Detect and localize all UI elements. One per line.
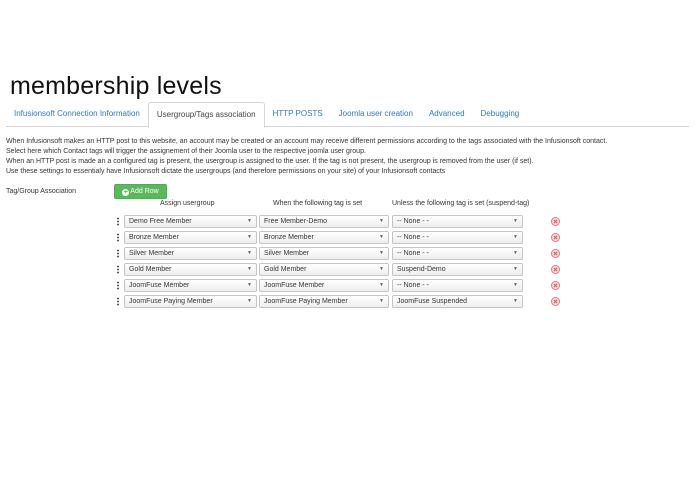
usergroup-select[interactable]: Silver Member ▼ [124,247,257,260]
drag-handle-icon[interactable] [117,233,119,242]
suspend-tag-value: -- None - - [397,250,429,257]
caret-down-icon: ▼ [247,282,252,288]
tag-value: Bronze Member [264,234,314,241]
delete-row-icon[interactable] [551,281,560,290]
tab-infusionsoft-connection[interactable]: Infusionsoft Connection Information [6,102,148,126]
tab-http-posts[interactable]: HTTP POSTS [265,102,331,126]
usergroup-select[interactable]: Bronze Member ▼ [124,231,257,244]
add-row-button[interactable]: + Add Row [114,184,167,199]
caret-down-icon: ▼ [379,282,384,288]
add-row-label: Add Row [130,188,159,195]
usergroup-select[interactable]: Demo Free Member ▼ [124,215,257,228]
delete-row-icon[interactable] [551,249,560,258]
description-line: When Infusionsoft makes an HTTP post to … [6,138,608,145]
tag-group-association-label: Tag/Group Association [6,188,77,195]
tag-value: JoomFuse Paying Member [264,298,348,305]
usergroup-select[interactable]: JoomFuse Paying Member ▼ [124,295,257,308]
tag-value: Silver Member [264,250,310,257]
association-row: JoomFuse Member ▼ JoomFuse Member ▼ -- Non… [0,279,695,293]
delete-row-icon[interactable] [551,217,560,226]
association-row: Demo Free Member ▼ Free Member-Demo ▼ -- N… [0,215,695,229]
column-header-usergroup: Assign usergroup [160,200,215,207]
tag-select[interactable]: Free Member-Demo ▼ [259,215,389,228]
suspend-tag-select[interactable]: Suspend-Demo ▼ [392,263,523,276]
suspend-tag-value: Suspend-Demo [397,266,446,273]
caret-down-icon: ▼ [513,282,518,288]
description: When Infusionsoft makes an HTTP post to … [6,137,692,177]
drag-handle-icon[interactable] [117,297,119,306]
tab-usergroup-tags[interactable]: Usergroup/Tags association [147,102,265,128]
usergroup-value: JoomFuse Member [129,282,190,289]
tag-value: Free Member-Demo [264,218,328,225]
drag-handle-icon[interactable] [117,265,119,274]
caret-down-icon: ▼ [247,250,252,256]
tag-select[interactable]: Gold Member ▼ [259,263,389,276]
suspend-tag-select[interactable]: -- None - - ▼ [392,279,523,292]
tag-value: Gold Member [264,266,307,273]
tab-joomla-user-creation[interactable]: Joomla user creation [331,102,421,126]
usergroup-value: Gold Member [129,266,172,273]
tag-select[interactable]: Silver Member ▼ [259,247,389,260]
usergroup-value: Silver Member [129,250,175,257]
caret-down-icon: ▼ [379,218,384,224]
caret-down-icon: ▼ [513,250,518,256]
page-title: membership levels [10,72,222,100]
description-line: Select here which Contact tags will trig… [6,148,366,155]
usergroup-value: JoomFuse Paying Member [129,298,213,305]
association-row: Gold Member ▼ Gold Member ▼ Suspend-Demo ▼ [0,263,695,277]
settings-tabs: Infusionsoft Connection Information User… [6,102,689,128]
column-header-suspend-tag: Unless the following tag is set (suspend… [392,200,530,207]
caret-down-icon: ▼ [379,266,384,272]
caret-down-icon: ▼ [379,250,384,256]
tag-select[interactable]: JoomFuse Paying Member ▼ [259,295,389,308]
caret-down-icon: ▼ [379,298,384,304]
caret-down-icon: ▼ [247,266,252,272]
caret-down-icon: ▼ [379,234,384,240]
usergroup-select[interactable]: JoomFuse Member ▼ [124,279,257,292]
caret-down-icon: ▼ [513,234,518,240]
tag-select[interactable]: JoomFuse Member ▼ [259,279,389,292]
suspend-tag-select[interactable]: -- None - - ▼ [392,215,523,228]
usergroup-value: Demo Free Member [129,218,192,225]
usergroup-value: Bronze Member [129,234,179,241]
tag-select[interactable]: Bronze Member ▼ [259,231,389,244]
caret-down-icon: ▼ [247,234,252,240]
suspend-tag-value: -- None - - [397,282,429,289]
caret-down-icon: ▼ [513,218,518,224]
suspend-tag-value: -- None - - [397,234,429,241]
drag-handle-icon[interactable] [117,281,119,290]
suspend-tag-select[interactable]: JoomFuse Suspended ▼ [392,295,523,308]
description-line: Use these settings to essentialy have In… [6,168,446,175]
usergroup-select[interactable]: Gold Member ▼ [124,263,257,276]
drag-handle-icon[interactable] [117,217,119,226]
delete-row-icon[interactable] [551,297,560,306]
association-row: JoomFuse Paying Member ▼ JoomFuse Paying … [0,295,695,309]
delete-row-icon[interactable] [551,265,560,274]
caret-down-icon: ▼ [513,298,518,304]
suspend-tag-value: -- None - - [397,218,429,225]
tag-value: JoomFuse Member [264,282,325,289]
suspend-tag-value: JoomFuse Suspended [397,298,468,305]
description-line: When an HTTP post is made an a configure… [6,158,534,165]
plus-circle-icon: + [122,189,130,196]
caret-down-icon: ▼ [247,218,252,224]
association-row: Bronze Member ▼ Bronze Member ▼ -- None - … [0,231,695,245]
drag-handle-icon[interactable] [117,249,119,258]
column-header-tag: When the following tag is set [273,200,363,207]
delete-row-icon[interactable] [551,233,560,242]
tab-advanced[interactable]: Advanced [421,102,473,126]
caret-down-icon: ▼ [247,298,252,304]
association-row: Silver Member ▼ Silver Member ▼ -- None - … [0,247,695,261]
caret-down-icon: ▼ [513,266,518,272]
tab-debugging[interactable]: Debugging [473,102,528,126]
suspend-tag-select[interactable]: -- None - - ▼ [392,247,523,260]
suspend-tag-select[interactable]: -- None - - ▼ [392,231,523,244]
